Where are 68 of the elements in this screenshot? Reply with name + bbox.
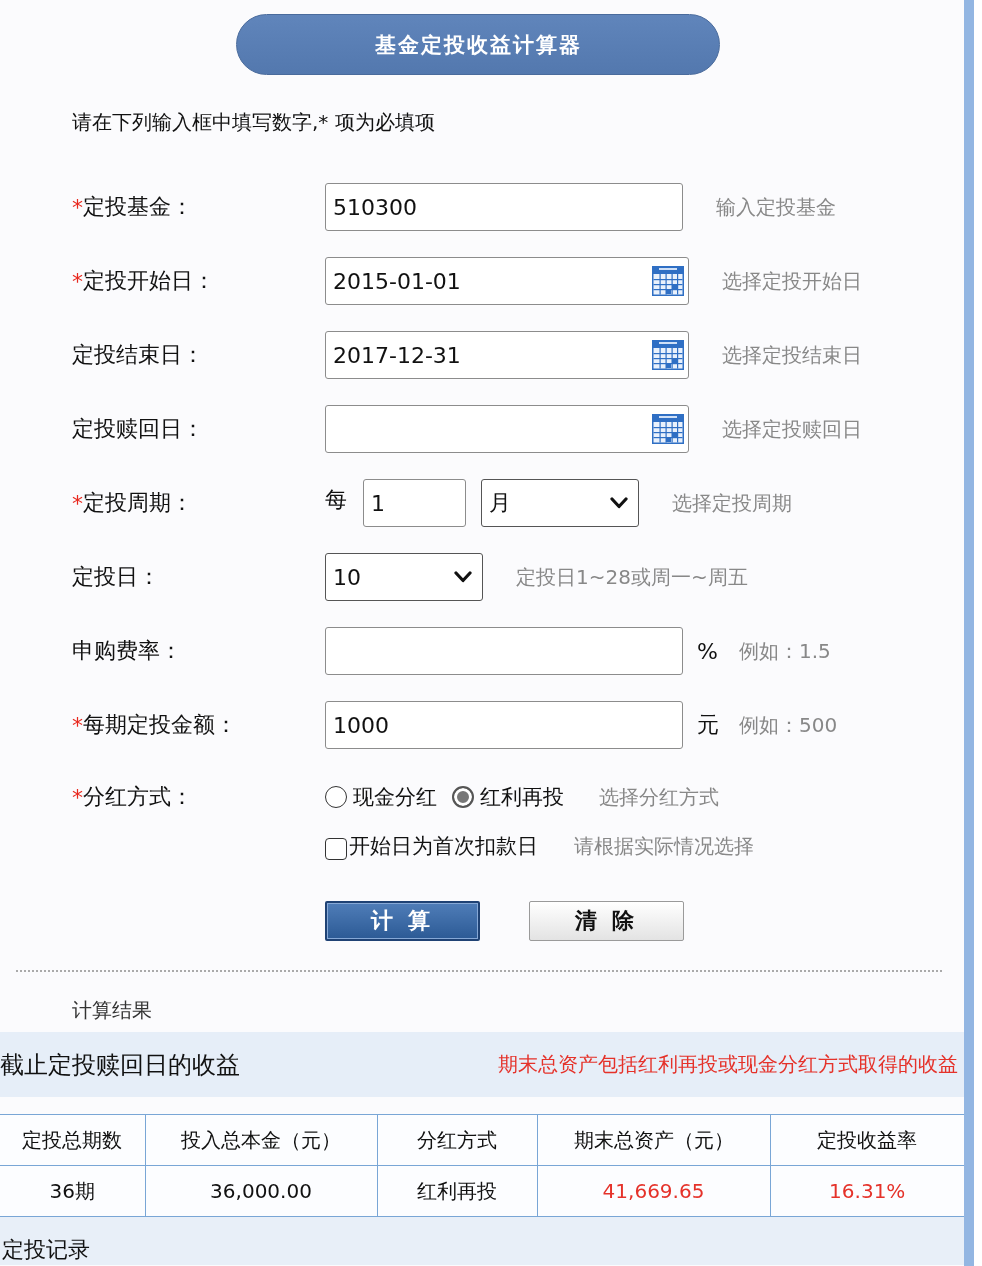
chevron-down-icon xyxy=(610,497,628,509)
required-asterisk: * xyxy=(72,712,83,738)
column-header: 投入总本金（元） xyxy=(145,1114,377,1166)
field-hint: 选择分红方式 xyxy=(599,783,719,811)
checkbox-label[interactable]: 开始日为首次扣款日 xyxy=(349,832,538,860)
required-asterisk: * xyxy=(72,268,83,294)
radio-button[interactable] xyxy=(452,786,474,808)
calendar-icon xyxy=(652,340,684,370)
table-cell: 红利再投 xyxy=(377,1165,537,1217)
column-header: 定投收益率 xyxy=(770,1114,964,1166)
period-prefix: 每 xyxy=(325,486,348,514)
field-label: 定投开始日： xyxy=(83,267,215,295)
date-input[interactable]: 2015-01-01 xyxy=(325,257,689,305)
section-heading: 定投记录 xyxy=(2,1237,90,1262)
field-hint: 选择定投周期 xyxy=(672,489,792,517)
text-input[interactable] xyxy=(325,627,683,675)
date-value: 2015-01-01 xyxy=(333,268,461,294)
field-hint: 例如：1.5 xyxy=(739,637,831,665)
table-cell: 36,000.00 xyxy=(145,1165,377,1217)
field-label: 定投结束日： xyxy=(72,341,204,369)
field-label: 每期定投金额： xyxy=(83,711,237,739)
field-label: 申购费率： xyxy=(72,637,182,665)
required-asterisk: * xyxy=(72,784,83,810)
field-hint: 选择定投赎回日 xyxy=(722,415,862,443)
checkbox[interactable] xyxy=(325,838,347,860)
date-input[interactable] xyxy=(325,405,689,453)
date-value: 2017-12-31 xyxy=(333,342,461,368)
table-cell: 41,669.65 xyxy=(537,1165,770,1217)
field-label: 定投基金： xyxy=(83,193,193,221)
column-header: 期末总资产（元） xyxy=(537,1114,770,1166)
dropdown[interactable]: 月 xyxy=(481,479,639,527)
field-label: 定投日： xyxy=(72,563,160,591)
field-label: 分红方式： xyxy=(83,783,193,811)
section-title: 计算结果 xyxy=(72,998,152,1022)
dropdown-value: 10 xyxy=(333,564,361,590)
calendar-icon xyxy=(652,414,684,444)
column-header: 分红方式 xyxy=(377,1114,537,1166)
radio-label[interactable]: 红利再投 xyxy=(480,783,564,811)
text-input[interactable]: 510300 xyxy=(325,183,683,231)
field-hint: 请根据实际情况选择 xyxy=(574,832,754,860)
field-label: 定投周期： xyxy=(83,489,193,517)
field-hint: 定投日1~28或周一~周五 xyxy=(516,563,748,591)
unit-label: 元 xyxy=(697,711,717,739)
unit-label: % xyxy=(697,638,717,664)
calendar-icon xyxy=(652,266,684,296)
required-asterisk: * xyxy=(72,194,83,220)
text-input[interactable]: 1000 xyxy=(325,701,683,749)
field-hint: 选择定投结束日 xyxy=(722,341,862,369)
section-heading: 截止定投赎回日的收益 xyxy=(0,1049,240,1081)
field-label: 定投赎回日： xyxy=(72,415,204,443)
column-header: 定投总期数 xyxy=(0,1114,145,1166)
radio-button[interactable] xyxy=(325,786,347,808)
number-input[interactable]: 1 xyxy=(363,479,466,527)
date-input[interactable]: 2017-12-31 xyxy=(325,331,689,379)
field-hint: 例如：500 xyxy=(739,711,838,739)
dropdown[interactable]: 10 xyxy=(325,553,483,601)
field-hint: 输入定投基金 xyxy=(716,193,836,221)
calculate-button[interactable]: 计 算 xyxy=(325,901,480,941)
clear-button[interactable]: 清 除 xyxy=(529,901,684,941)
field-hint: 选择定投开始日 xyxy=(722,267,862,295)
dropdown-value: 月 xyxy=(489,489,511,517)
table-cell: 36期 xyxy=(0,1165,145,1217)
calculator-title: 基金定投收益计算器 xyxy=(236,14,720,75)
chevron-down-icon xyxy=(454,571,472,583)
required-asterisk: * xyxy=(72,490,83,516)
radio-label[interactable]: 现金分红 xyxy=(353,783,437,811)
result-note: 期末总资产包括红利再投或现金分红方式取得的收益 xyxy=(498,1051,958,1078)
instruction-text: 请在下列输入框中填写数字,* 项为必填项 xyxy=(72,110,435,134)
